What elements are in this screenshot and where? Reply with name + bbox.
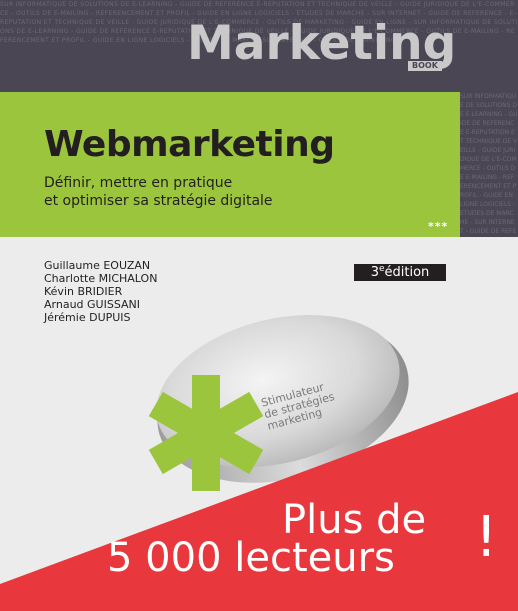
promo-line-2: 5 000 lecteurs	[107, 535, 395, 581]
promo-exclamation: !	[475, 505, 498, 570]
promo-line-1: Plus de	[282, 497, 427, 543]
promo-banner	[0, 392, 518, 611]
